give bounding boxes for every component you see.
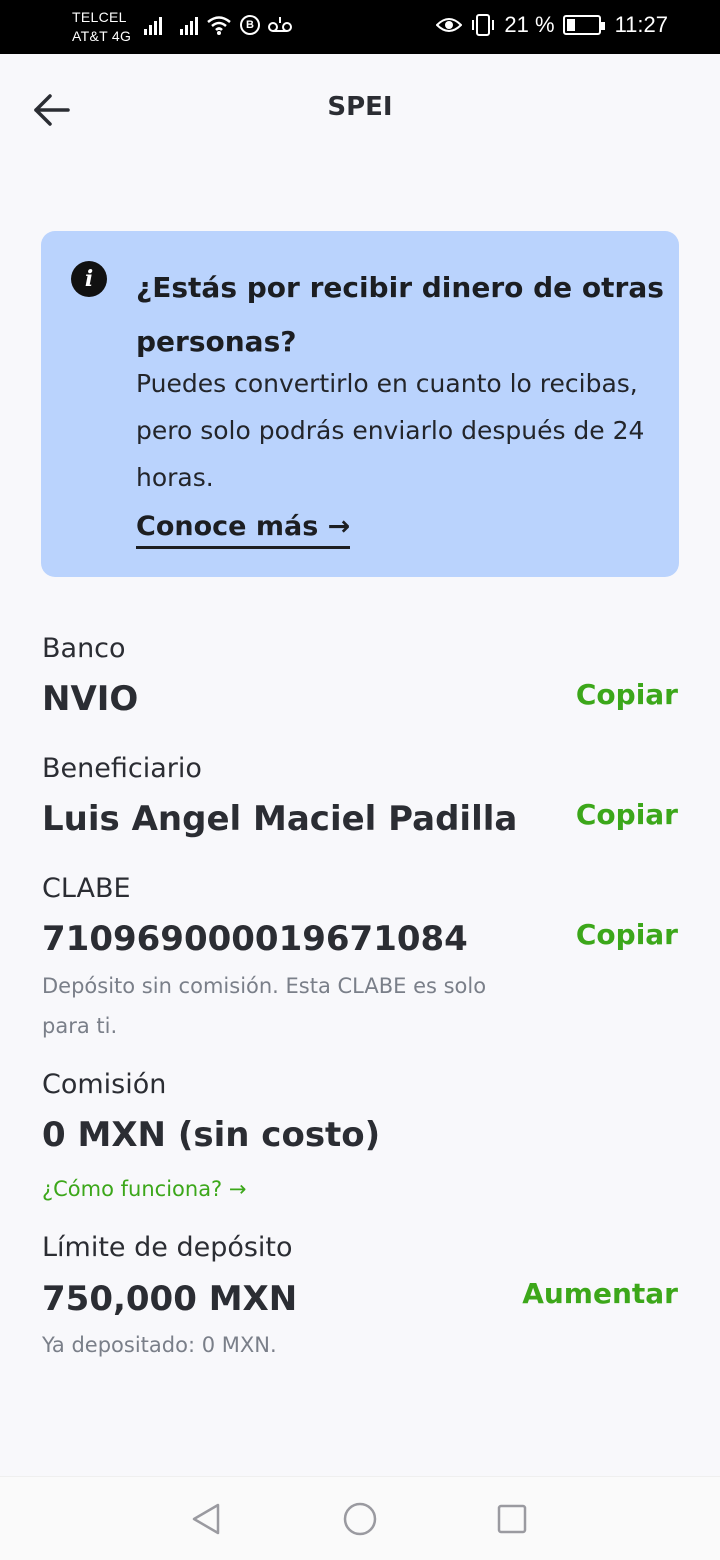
signal-icon	[144, 15, 162, 35]
battery-charging-icon	[562, 15, 605, 35]
carrier-2: AT&T 4G	[72, 28, 132, 44]
carrier-info: TELCEL AT&T 4G	[72, 8, 131, 46]
bank-value: NVIO	[42, 679, 139, 719]
how-it-works-link[interactable]: ¿Cómo funciona? →	[42, 1177, 246, 1201]
deposited-note: Ya depositado: 0 MXN.	[42, 1333, 277, 1357]
copy-bank-button[interactable]: Copiar	[576, 678, 678, 711]
recents-square-icon	[497, 1504, 527, 1534]
info-body: Puedes convertirlo en cuanto lo recibas,…	[136, 369, 645, 492]
b-circle-icon: B	[240, 15, 260, 35]
info-card: i ¿Estás por recibir dinero de otras per…	[41, 231, 679, 577]
increase-limit-button[interactable]: Aumentar	[522, 1277, 678, 1310]
signal-icon	[180, 15, 198, 35]
wifi-icon	[207, 16, 231, 35]
clock: 11:27	[614, 12, 668, 37]
nav-home-button[interactable]	[340, 1499, 380, 1539]
carrier-1: TELCEL	[72, 9, 127, 25]
clabe-label: CLABE	[42, 873, 131, 904]
limit-label: Límite de depósito	[42, 1232, 293, 1263]
status-icons-right: 21 % 11:27	[436, 12, 668, 38]
commission-label: Comisión	[42, 1069, 167, 1100]
copy-clabe-button[interactable]: Copiar	[576, 918, 678, 951]
back-triangle-icon	[192, 1503, 220, 1535]
battery-percent: 21 %	[504, 12, 555, 37]
status-icons-left: B	[144, 14, 292, 36]
commission-value: 0 MXN (sin costo)	[42, 1115, 381, 1155]
status-bar: TELCEL AT&T 4G B 21 % 11:27	[0, 0, 720, 54]
copy-beneficiary-button[interactable]: Copiar	[576, 798, 678, 831]
vibrate-icon	[472, 14, 495, 36]
home-circle-icon	[343, 1502, 377, 1536]
page-title: SPEI	[327, 92, 393, 122]
info-title: ¿Estás por recibir dinero de otras perso…	[136, 271, 664, 358]
system-nav-bar	[0, 1476, 720, 1560]
nav-back-button[interactable]	[186, 1499, 226, 1539]
clabe-note: Depósito sin comisión. Esta CLABE es sol…	[42, 974, 487, 1038]
bank-label: Banco	[42, 633, 126, 664]
learn-more-link[interactable]: Conoce más →	[136, 511, 351, 549]
beneficiary-label: Beneficiario	[42, 753, 202, 784]
clabe-value: 710969000019671084	[42, 919, 468, 959]
limit-value: 750,000 MXN	[42, 1279, 298, 1319]
info-icon: i	[71, 261, 107, 297]
beneficiary-value: Luis Angel Maciel Padilla	[42, 799, 518, 839]
eye-icon	[436, 18, 463, 32]
app-header: SPEI	[0, 54, 720, 164]
nav-recents-button[interactable]	[492, 1499, 532, 1539]
voicemail-icon	[268, 17, 292, 32]
